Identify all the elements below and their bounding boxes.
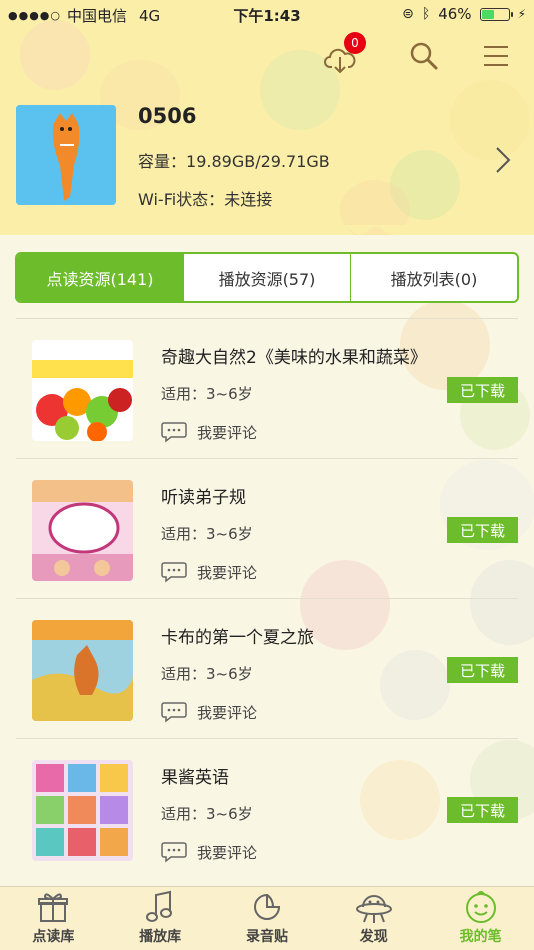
download-count-badge: 0 xyxy=(344,32,366,54)
download-button[interactable]: 0 xyxy=(320,32,366,80)
comment-bubble-icon xyxy=(161,422,187,443)
age-range: 适用：3~6岁 xyxy=(161,525,253,543)
kabu-book-cover-image xyxy=(32,620,133,721)
chevron-right-icon xyxy=(496,147,511,173)
downloaded-badge[interactable]: 已下载 xyxy=(447,657,518,683)
comment-label: 我要评论 xyxy=(197,563,258,582)
jam-english-book-cover-image xyxy=(32,760,133,861)
comment-button[interactable]: 我要评论 xyxy=(161,421,257,443)
smiley-face-icon xyxy=(465,891,496,923)
comment-label: 我要评论 xyxy=(197,843,258,862)
book-cover xyxy=(32,760,133,861)
tabbar-label: 播放库 xyxy=(139,929,182,945)
list-item[interactable]: 奇趣大自然2《美味的水果和蔬菜》 适用：3~6岁 已下载 我要评论 xyxy=(16,318,518,458)
comment-button[interactable]: 我要评论 xyxy=(161,841,257,863)
list-item[interactable]: 听读弟子规 适用：3~6岁 已下载 我要评论 xyxy=(16,458,518,598)
battery-percent: 46% xyxy=(438,5,472,23)
wifi-line: Wi-Fi状态：未连接 xyxy=(138,186,272,210)
capacity-value: 19.89GB/29.71GB xyxy=(186,152,330,171)
comment-button[interactable]: 我要评论 xyxy=(161,561,257,583)
comment-button[interactable]: 我要评论 xyxy=(161,701,257,723)
comment-bubble-icon xyxy=(161,842,187,863)
comment-bubble-icon xyxy=(161,702,187,723)
list-item[interactable]: 果酱英语 适用：3~6岁 已下载 我要评论 xyxy=(16,738,518,878)
tabbar-item-read-library[interactable]: 点读库 xyxy=(0,887,107,950)
wifi-value: 未连接 xyxy=(224,190,273,209)
tabbar-label: 录音贴 xyxy=(245,929,288,945)
sticker-icon xyxy=(254,893,280,920)
book-title: 果酱英语 xyxy=(161,768,229,788)
downloaded-badge[interactable]: 已下载 xyxy=(447,797,518,823)
gift-icon xyxy=(38,893,69,922)
battery-icon xyxy=(479,7,513,21)
tab-play-resources[interactable]: 播放资源(57) xyxy=(184,254,351,301)
age-range: 适用：3~6岁 xyxy=(161,665,253,683)
rotation-lock-icon: ⊜ xyxy=(402,6,414,22)
comment-label: 我要评论 xyxy=(197,703,258,722)
downloaded-badge[interactable]: 已下载 xyxy=(447,517,518,543)
music-note-icon xyxy=(146,890,173,922)
tab-read-resources[interactable]: 点读资源(141) xyxy=(17,254,184,301)
book-cover xyxy=(32,480,133,581)
header-wave-edge xyxy=(0,225,534,235)
search-icon xyxy=(410,42,438,70)
device-detail-button[interactable] xyxy=(494,145,512,179)
book-cover xyxy=(32,340,133,441)
search-button[interactable] xyxy=(404,36,444,76)
comment-label: 我要评论 xyxy=(197,423,258,442)
tabbar-label: 发现 xyxy=(359,929,388,945)
hamburger-menu-icon xyxy=(484,46,508,66)
bluetooth-icon: ᛒ xyxy=(421,6,431,22)
tabbar-item-my-pen[interactable]: 我的笔 xyxy=(427,887,534,950)
tabbar-label: 点读库 xyxy=(32,929,75,945)
capacity-label: 容量： xyxy=(138,152,187,171)
age-range: 适用：3~6岁 xyxy=(161,805,253,823)
tab-playlist[interactable]: 播放列表(0) xyxy=(351,254,517,301)
comment-bubble-icon xyxy=(161,562,187,583)
device-image xyxy=(16,105,116,205)
charging-icon: ⚡ xyxy=(517,7,526,21)
list-item[interactable]: 卡布的第一个夏之旅 适用：3~6岁 已下载 我要评论 xyxy=(16,598,518,738)
tabbar-item-discover[interactable]: 发现 xyxy=(320,887,427,950)
status-bar: ●●●●○ 中国电信 4G 下午1:43 ⊜ ᛒ 46% ⚡ xyxy=(0,0,534,28)
device-name: 0506 xyxy=(138,104,197,128)
resource-tabs: 点读资源(141) 播放资源(57) 播放列表(0) xyxy=(15,252,519,303)
tabbar-item-play-library[interactable]: 播放库 xyxy=(107,887,214,950)
book-title: 奇趣大自然2《美味的水果和蔬菜》 xyxy=(161,348,427,368)
bottom-tab-bar: 点读库 播放库 录音贴 发现 我的笔 xyxy=(0,886,534,950)
age-range: 适用：3~6岁 xyxy=(161,385,253,403)
book-cover xyxy=(32,620,133,721)
menu-button[interactable] xyxy=(476,36,516,76)
pen-device-icon xyxy=(16,105,116,205)
book-title: 卡布的第一个夏之旅 xyxy=(161,628,314,648)
fruit-book-cover-image xyxy=(32,340,133,441)
wifi-label: Wi-Fi状态： xyxy=(138,190,225,209)
ufo-icon xyxy=(355,895,392,923)
tabbar-item-recording-stickers[interactable]: 录音贴 xyxy=(214,887,321,950)
dizigui-book-cover-image xyxy=(32,480,133,581)
resource-list: 奇趣大自然2《美味的水果和蔬菜》 适用：3~6岁 已下载 我要评论 听读弟子规 … xyxy=(16,318,518,878)
tabbar-label: 我的笔 xyxy=(459,929,502,945)
book-title: 听读弟子规 xyxy=(161,488,246,508)
capacity-line: 容量：19.89GB/29.71GB xyxy=(138,148,330,172)
downloaded-badge[interactable]: 已下载 xyxy=(447,377,518,403)
